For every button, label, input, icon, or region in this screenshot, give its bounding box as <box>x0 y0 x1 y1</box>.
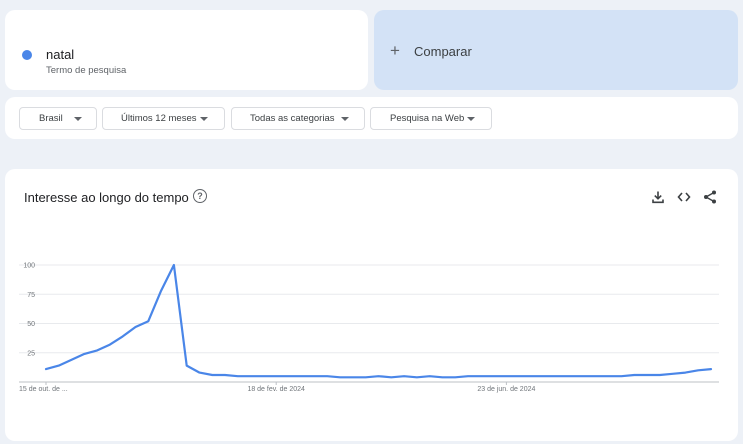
help-icon[interactable]: ? <box>193 189 207 203</box>
y-tick-label: 75 <box>27 292 35 299</box>
filter-region-label: Brasil <box>39 113 63 124</box>
caret-down-icon <box>467 117 475 121</box>
y-tick-label: 25 <box>27 350 35 357</box>
compare-label: Comparar <box>414 44 472 59</box>
caret-down-icon <box>341 117 349 121</box>
term-subtitle: Termo de pesquisa <box>46 65 127 76</box>
filter-region[interactable]: Brasil <box>19 107 97 130</box>
plus-icon: + <box>390 41 400 60</box>
x-tick-label: 15 de out. de ... <box>19 386 68 393</box>
filter-search-type[interactable]: Pesquisa na Web <box>370 107 492 130</box>
filter-category-label: Todas as categorias <box>250 113 335 124</box>
caret-down-icon <box>74 117 82 121</box>
search-term-card[interactable]: natal Termo de pesquisa <box>5 10 368 90</box>
filter-time-label: Últimos 12 meses <box>121 113 197 124</box>
term-name: natal <box>46 47 75 62</box>
interest-chart: 25 50 75 100 15 de out. de ... 18 de fev. de … <box>19 263 719 393</box>
x-tick-label: 18 de fev. de 2024 <box>247 386 305 393</box>
filter-bar: Brasil Últimos 12 meses Todas as categor… <box>5 97 738 139</box>
share-icon[interactable] <box>702 189 718 205</box>
filter-category[interactable]: Todas as categorias <box>231 107 365 130</box>
filter-time-range[interactable]: Últimos 12 meses <box>102 107 225 130</box>
embed-code-icon[interactable] <box>676 189 692 205</box>
interest-over-time-card: 25 50 75 100 15 de out. de ... 18 de fev. de … <box>5 169 738 441</box>
download-icon[interactable] <box>650 189 666 205</box>
caret-down-icon <box>200 117 208 121</box>
y-tick-label: 100 <box>23 263 35 270</box>
chart-title: Interesse ao longo do tempo <box>24 190 189 205</box>
y-tick-label: 50 <box>27 321 35 328</box>
compare-button[interactable]: + Comparar <box>374 10 738 90</box>
series-line-natal <box>44 263 713 379</box>
x-tick-label: 23 de jun. de 2024 <box>477 386 535 393</box>
filter-search-type-label: Pesquisa na Web <box>390 113 465 124</box>
term-color-dot <box>22 50 32 60</box>
